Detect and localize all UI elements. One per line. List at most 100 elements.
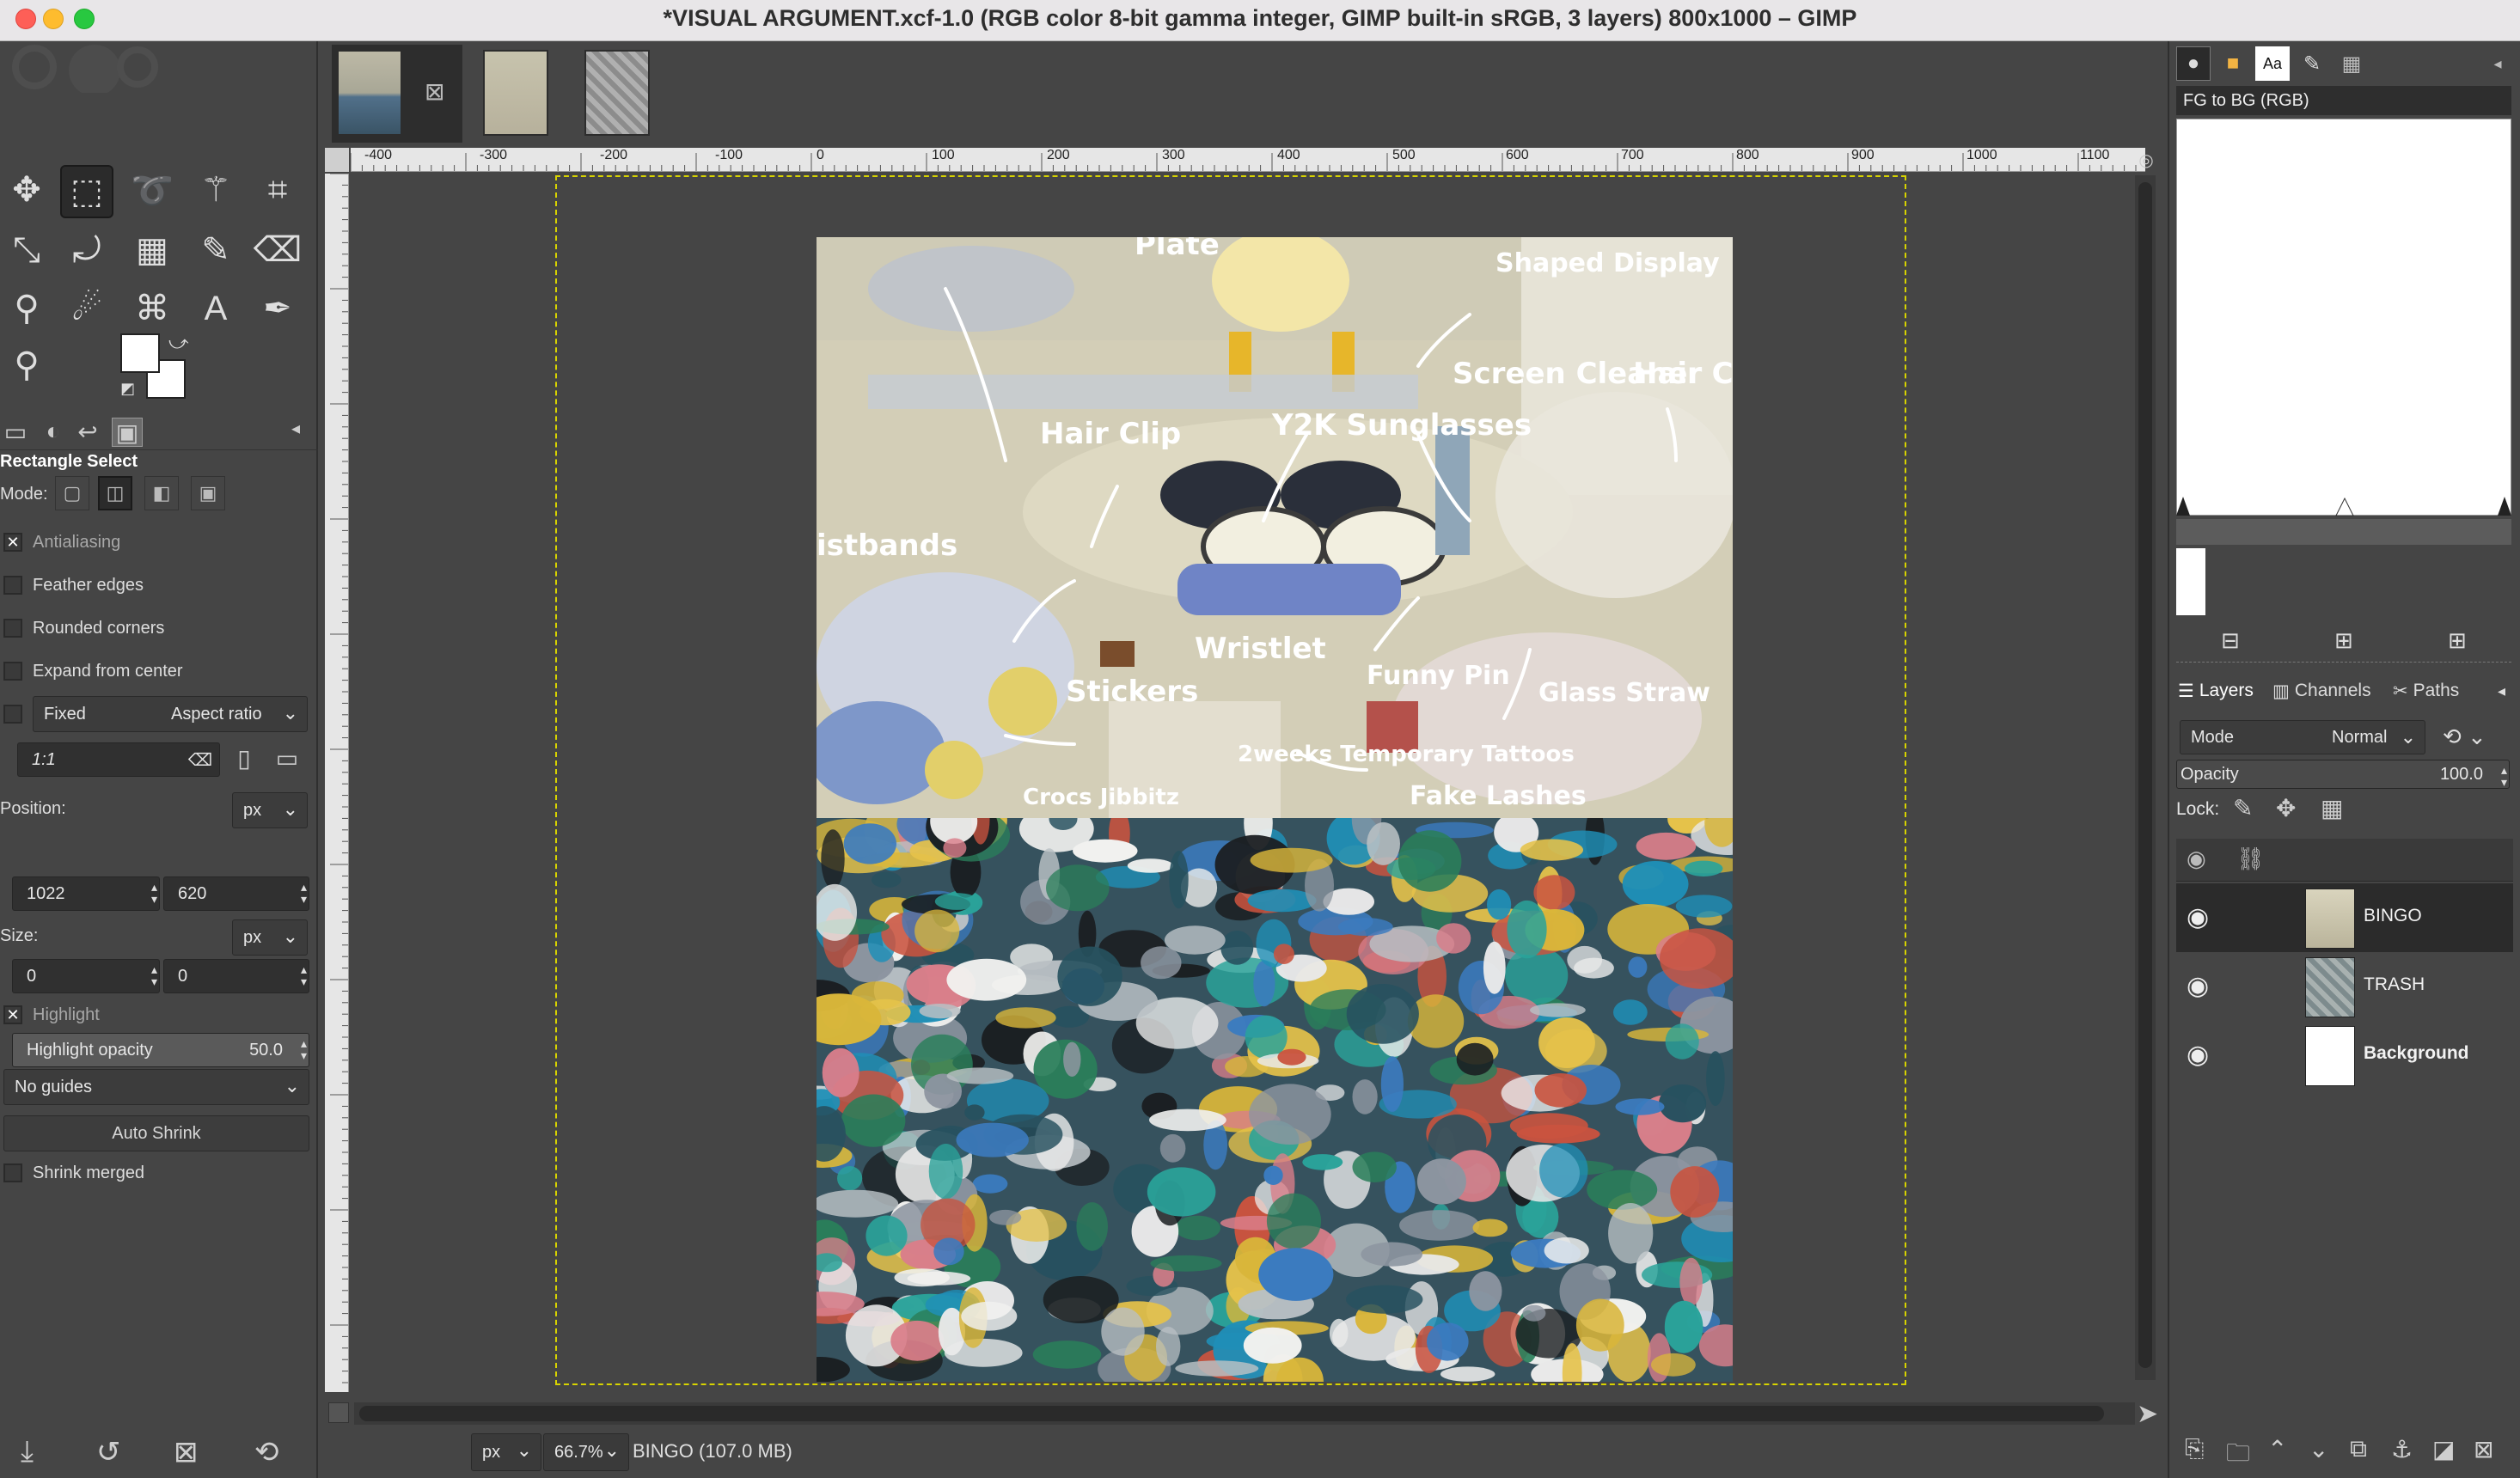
remove-icon[interactable]: ⊟	[2221, 627, 2240, 654]
lower-layer-icon[interactable]: ⌄	[2309, 1435, 2328, 1463]
delete-layer-icon[interactable]: ⊠	[2474, 1435, 2493, 1463]
fuzzy-select-tool-icon[interactable]: ⚚	[189, 163, 242, 217]
mode-add-button[interactable]: ◫	[98, 476, 132, 510]
lock-pixels-icon[interactable]: ✎	[2233, 794, 2253, 822]
layer-row-background[interactable]: ◉ Background	[2176, 1021, 2513, 1090]
delete-options-icon[interactable]: ⊠	[174, 1435, 199, 1469]
device-status-tab-icon[interactable]: ▭	[0, 418, 31, 447]
horizontal-ruler[interactable]: -400 -300 -200 -100 0 100 200 300 400 50…	[351, 148, 2145, 172]
layer-row-trash[interactable]: ◉ TRASH	[2176, 952, 2513, 1021]
landscape-icon[interactable]: ▭	[272, 744, 303, 773]
eye-icon[interactable]: ◉	[2187, 902, 2209, 932]
gradient-tool-icon[interactable]: ▦	[125, 223, 179, 277]
undo-history-tab-icon[interactable]: ↩	[72, 418, 103, 447]
horizontal-scrollbar-thumb[interactable]	[359, 1406, 2104, 1421]
save-options-icon[interactable]: ⤓	[21, 1435, 34, 1469]
tab-layers[interactable]: ☰ Layers	[2173, 674, 2259, 708]
eye-icon[interactable]: ◉	[2187, 971, 2209, 1001]
gradient-stops[interactable]	[2176, 492, 2511, 517]
vertical-ruler[interactable]	[325, 174, 349, 1392]
size-h-input[interactable]: 0 ▴ ▾	[163, 959, 309, 993]
configure-tab-icon[interactable]: ◂	[2492, 674, 2511, 708]
gradient-strip[interactable]	[2176, 519, 2511, 545]
position-x-input[interactable]: 1022 ▴ ▾	[12, 876, 160, 911]
anchor-layer-icon[interactable]: ⚓	[2391, 1435, 2413, 1463]
zoom-tool-icon[interactable]: ⚲	[0, 339, 53, 392]
mode-subtract-button[interactable]: ◧	[144, 476, 179, 510]
trash-layer-image[interactable]	[817, 818, 1733, 1382]
expand-from-center-checkbox[interactable]	[3, 662, 22, 681]
patterns-tab-icon[interactable]: ■	[2216, 46, 2250, 81]
position-y-input[interactable]: 620 ▴ ▾	[163, 876, 309, 911]
image-thumbnail[interactable]	[584, 50, 650, 136]
brush-editor-tab-icon[interactable]: ✎	[2295, 46, 2329, 81]
unit-combo[interactable]: px ⌄	[471, 1433, 541, 1471]
brushes-tab-icon[interactable]: ●	[2176, 46, 2211, 81]
new-group-icon[interactable]: 🗀	[2226, 1435, 2250, 1476]
rect-select-tool-icon[interactable]: ⬚	[60, 165, 113, 218]
move-tool-icon[interactable]: ✥	[0, 163, 53, 217]
size-unit-combo[interactable]: px ⌄	[232, 919, 308, 956]
new-layer-icon[interactable]: ⎘	[2185, 1435, 2204, 1463]
highlight-opacity-slider[interactable]: Highlight opacity 50.0 ▴ ▾	[12, 1033, 309, 1067]
duplicate-layer-icon[interactable]: ⧉	[2350, 1435, 2367, 1463]
layer-mode-combo[interactable]: Mode Normal ⌄	[2180, 720, 2425, 754]
images-tab-icon[interactable]: ▣	[112, 418, 143, 447]
navigate-icon[interactable]: ➤	[2137, 1399, 2158, 1429]
quick-mask-toggle[interactable]	[328, 1402, 349, 1423]
spin-icon[interactable]: ▴ ▾	[301, 1037, 307, 1061]
text-tool-icon[interactable]: A	[189, 282, 242, 335]
image-thumbnail[interactable]	[337, 50, 402, 136]
gradient-swatch[interactable]	[2176, 548, 2205, 615]
close-tab-icon[interactable]: ⊠	[425, 77, 444, 106]
eraser-tool-icon[interactable]: ⌫	[251, 223, 304, 277]
add-icon[interactable]: ⊞	[2334, 627, 2353, 654]
clear-icon[interactable]: ⌫	[188, 749, 212, 771]
raise-layer-icon[interactable]: ⌃	[2267, 1435, 2287, 1463]
spin-icon[interactable]: ▴ ▾	[301, 963, 307, 987]
mode-intersect-button[interactable]: ▣	[191, 476, 225, 510]
spin-icon[interactable]: ▴ ▾	[2501, 764, 2507, 788]
paintbrush-tool-icon[interactable]: ✎	[189, 223, 242, 277]
lock-alpha-icon[interactable]: ▦	[2321, 794, 2343, 822]
dock-separator[interactable]	[2176, 662, 2511, 665]
bingo-layer-image[interactable]: Plate Shaped Display Screen Cleaner Hair…	[817, 237, 1733, 818]
auto-shrink-button[interactable]: Auto Shrink	[3, 1115, 309, 1151]
gradients-tab-icon[interactable]: ▦	[2334, 46, 2369, 81]
portrait-icon[interactable]: ▯	[229, 744, 260, 773]
zoom-combo[interactable]: 66.7% ⌄	[543, 1433, 629, 1471]
reset-mode-icon[interactable]: ⟲ ⌄	[2443, 724, 2486, 750]
crop-tool-icon[interactable]: ⌗	[251, 163, 304, 217]
shrink-merged-checkbox[interactable]	[3, 1163, 22, 1182]
opacity-slider[interactable]: Opacity 100.0 ▴ ▾	[2176, 760, 2510, 789]
fonts-tab-icon[interactable]: Aa	[2255, 46, 2290, 81]
lasso-tool-icon[interactable]: ➰	[125, 163, 179, 217]
restore-options-icon[interactable]: ↺	[96, 1435, 121, 1469]
mask-layer-icon[interactable]: ◪	[2432, 1435, 2455, 1463]
ratio-input[interactable]: 1:1 ⌫	[17, 742, 220, 777]
swap-colors-icon[interactable]: ⤻	[168, 332, 189, 354]
image-thumbnail[interactable]	[483, 50, 548, 136]
expand-icon[interactable]: ⊞	[2448, 627, 2467, 654]
paths-tool-icon[interactable]: ⌘	[125, 282, 179, 335]
size-w-input[interactable]: 0 ▴ ▾	[12, 959, 160, 993]
smudge-tool-icon[interactable]: ☄	[60, 282, 113, 335]
spin-icon[interactable]: ▴ ▾	[151, 881, 157, 905]
quick-mask-corner[interactable]	[325, 148, 349, 172]
lock-position-icon[interactable]: ✥	[2276, 794, 2296, 822]
tab-channels[interactable]: ▥ Channels	[2267, 674, 2376, 708]
fixed-checkbox[interactable]	[3, 705, 22, 724]
guides-combo[interactable]: No guides ⌄	[3, 1069, 309, 1105]
highlight-checkbox[interactable]: ✕	[3, 1005, 22, 1024]
feather-edges-checkbox[interactable]	[3, 576, 22, 595]
antialiasing-checkbox[interactable]: ✕	[3, 533, 22, 552]
fg-bg-colors[interactable]: ⤻ ◩	[120, 332, 198, 402]
reset-options-icon[interactable]: ⟲	[254, 1435, 279, 1469]
spin-icon[interactable]: ▴ ▾	[151, 963, 157, 987]
tab-paths[interactable]: ✂ Paths	[2388, 674, 2464, 708]
fixed-combo[interactable]: Fixed Aspect ratio ⌄	[33, 696, 308, 732]
layer-row-bingo[interactable]: ◉ BINGO	[2176, 883, 2513, 952]
eye-icon[interactable]: ◉	[2187, 1040, 2209, 1070]
configure-tab-icon[interactable]: ◂	[280, 418, 311, 447]
scale-tool-icon[interactable]: ⤡	[0, 223, 53, 277]
